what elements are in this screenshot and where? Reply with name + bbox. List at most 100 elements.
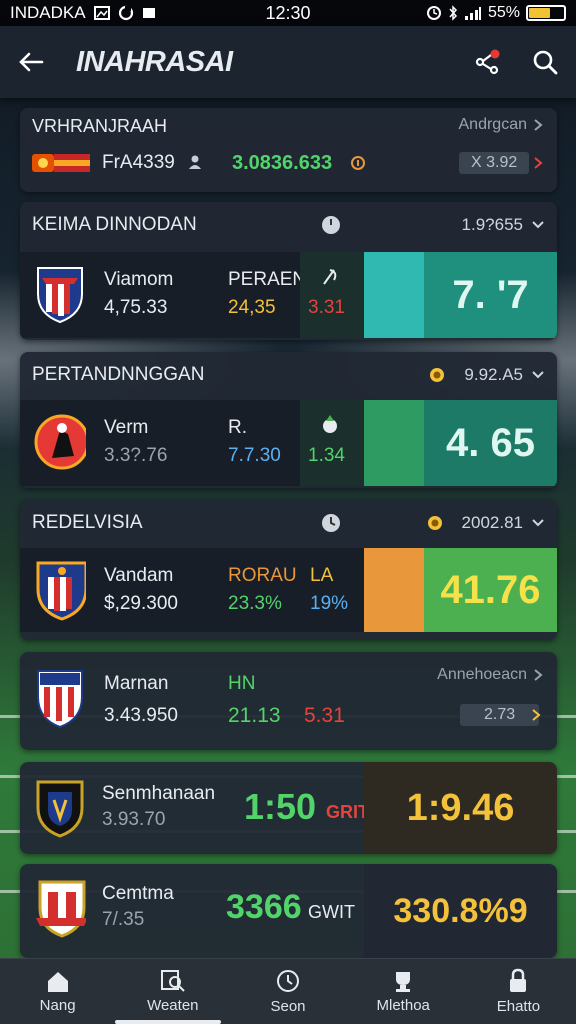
- team-name: Marnan: [104, 673, 169, 694]
- chevron-down-icon[interactable]: [531, 518, 545, 528]
- odds-accent[interactable]: [364, 400, 424, 486]
- nav-home[interactable]: Nang: [0, 959, 115, 1024]
- summary-link-label: Andrgcan: [458, 116, 528, 133]
- match-card[interactable]: Cemtma 7/.35 3366 GWIT 330.8%9: [20, 864, 557, 958]
- match-score: 3366: [226, 888, 302, 926]
- stat-value: 24,35: [228, 297, 276, 318]
- notification-icon: [142, 7, 156, 19]
- user-icon: [188, 154, 202, 170]
- active-tab-indicator: [115, 1020, 221, 1024]
- team-value: 3.43.950: [104, 705, 178, 726]
- odds-accent[interactable]: [364, 252, 424, 338]
- nav-lock[interactable]: Ehatto: [461, 959, 576, 1024]
- section-value: 1.9?655: [461, 215, 523, 234]
- chevron-down-icon[interactable]: [531, 220, 545, 230]
- stat-value: 7.7.30: [228, 445, 281, 466]
- team-crest-icon: [34, 560, 86, 621]
- search-doc-icon: [160, 969, 186, 993]
- mid-label: LA: [310, 565, 334, 586]
- summary-title: VRHRANJRAAH: [32, 116, 168, 136]
- team-name: Senmhanaan: [102, 783, 216, 804]
- summary-link[interactable]: Andrgcan: [459, 116, 544, 134]
- team-crest-icon: [34, 668, 86, 729]
- back-arrow-icon[interactable]: [18, 51, 44, 73]
- team-name: Cemtma: [102, 883, 174, 904]
- lock-icon: [507, 968, 529, 994]
- stat-value: 23.3%: [228, 593, 282, 614]
- nav-label: Nang: [39, 997, 76, 1014]
- team-flag-icon: [32, 152, 90, 174]
- chevron-right-icon: [533, 156, 543, 170]
- mid-value: 19%: [310, 593, 349, 614]
- carrier-label: INDADKA: [10, 3, 86, 22]
- summary-value: 3.0836.633: [232, 152, 333, 174]
- status-bar: INDADKA 12:30 55%: [0, 0, 576, 26]
- chevron-down-icon[interactable]: [531, 370, 545, 380]
- app-bar: INAHRASAI: [0, 26, 576, 98]
- match-card[interactable]: PERTANDNNGGAN 9.92.A5 Verm 3.3?.76 R. 7.…: [20, 352, 557, 488]
- nav-clock[interactable]: Seon: [230, 959, 345, 1024]
- nav-label: Weaten: [147, 997, 199, 1014]
- odds-big[interactable]: 4. 65: [424, 400, 557, 486]
- match-card[interactable]: Marnan 3.43.950 HN 21.13 5.31 Annehoeacn…: [20, 652, 557, 750]
- mid-value: 5.31: [304, 704, 345, 727]
- team-crest-icon: [34, 778, 86, 838]
- nav-label: Mlethoa: [376, 997, 430, 1014]
- search-icon[interactable]: [532, 49, 558, 75]
- sync-icon: [118, 5, 134, 21]
- alarm-icon: [426, 5, 442, 21]
- stat-value: 21.13: [228, 704, 281, 727]
- bottom-navigation: Nang Weaten Seon Mlethoa Ehatto: [0, 958, 576, 1024]
- team-value: $,29.300: [104, 593, 178, 614]
- battery-percent: 55%: [487, 4, 520, 21]
- match-card[interactable]: REDELVISIA 2002.81 Vandam $,29.300 RORAU…: [20, 500, 557, 640]
- section-title: KEIMA DINNODAN: [32, 214, 197, 235]
- summary-odds-chip[interactable]: X 3.92: [459, 152, 530, 174]
- match-card[interactable]: Senmhanaan 3.93.70 1:50 GRIT 1:9.46: [20, 762, 557, 854]
- odds-big[interactable]: 330.8%9: [364, 864, 557, 958]
- home-icon: [45, 969, 71, 993]
- match-row[interactable]: Viamom 4,75.33 PERAEN 24,35 3.31 7. '7: [20, 252, 557, 338]
- stat-label: RORAU: [228, 565, 297, 586]
- section-title: PERTANDNNGGAN: [32, 364, 205, 385]
- card-link[interactable]: Annehoeacn: [437, 666, 543, 684]
- trophy-icon: [390, 969, 416, 993]
- section-value: 9.92.A5: [464, 365, 523, 384]
- match-row[interactable]: Verm 3.3?.76 R. 7.7.30 1.34 4. 65: [20, 400, 557, 486]
- match-card[interactable]: KEIMA DINNODAN 1.9?655 Viamom 4,75.33 PE…: [20, 202, 557, 340]
- card-link-label: Annehoeacn: [437, 666, 527, 683]
- mid-cell[interactable]: 1.34: [300, 400, 364, 486]
- mid-value: 3.31: [308, 297, 345, 318]
- match-row[interactable]: Vandam $,29.300 RORAU 23.3% LA 19% 41.76: [20, 548, 557, 632]
- team-name: Verm: [104, 417, 149, 438]
- drop-icon: [320, 414, 340, 434]
- odds-accent[interactable]: [364, 548, 424, 632]
- nav-trophy[interactable]: Mlethoa: [346, 959, 461, 1024]
- nav-search[interactable]: Weaten: [115, 959, 230, 1024]
- page-title: INAHRASAI: [76, 45, 233, 78]
- team-value: 7/.35: [102, 909, 145, 930]
- nav-label: Ehatto: [496, 998, 541, 1015]
- battery-icon: [526, 5, 566, 21]
- team-name: Vandam: [104, 565, 174, 586]
- team-crest-icon: [34, 264, 86, 324]
- stat-label: HN: [228, 673, 256, 694]
- team-crest-icon: [34, 412, 86, 472]
- odds-big[interactable]: 41.76: [424, 548, 557, 632]
- mid-value: 1.34: [308, 445, 345, 466]
- score-unit: GRIT: [326, 802, 369, 822]
- match-score: 1:50: [244, 786, 317, 827]
- odds-big[interactable]: 7. '7: [424, 252, 557, 338]
- coin-icon: [426, 514, 444, 532]
- bluetooth-icon: [448, 5, 458, 21]
- odds-chip[interactable]: 2.73: [460, 704, 540, 726]
- stat-label: R.: [228, 417, 247, 438]
- chevron-right-icon: [533, 668, 543, 682]
- odds-big[interactable]: 1:9.46: [364, 762, 557, 854]
- clock-icon: [320, 214, 342, 236]
- share-icon[interactable]: [474, 49, 502, 75]
- team-crest-icon: [34, 878, 86, 938]
- mid-cell[interactable]: 3.31: [300, 252, 364, 338]
- summary-card[interactable]: VRHRANJRAAH Andrgcan FrA4339 3.0836.633 …: [20, 108, 557, 192]
- nav-label: Seon: [270, 998, 306, 1015]
